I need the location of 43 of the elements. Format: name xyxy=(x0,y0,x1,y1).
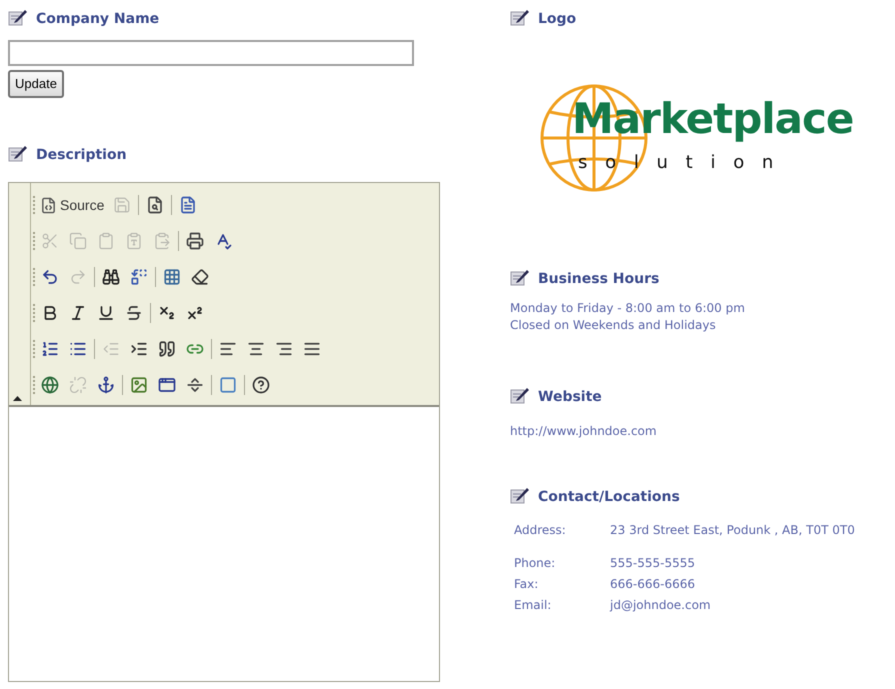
section-heading: Business Hours xyxy=(538,272,660,286)
company-name-field[interactable] xyxy=(8,40,414,66)
quote-icon[interactable] xyxy=(157,339,177,359)
collapse-icon[interactable] xyxy=(13,396,22,401)
image-icon[interactable] xyxy=(129,375,149,395)
contact-value: jd@johndoe.com xyxy=(610,597,712,614)
section-heading: Logo xyxy=(538,12,576,26)
update-button[interactable]: Update xyxy=(8,70,64,98)
section-heading: Company Name xyxy=(36,12,160,26)
square-icon[interactable] xyxy=(218,375,238,395)
select-all-icon[interactable] xyxy=(162,267,182,287)
section-heading: Website xyxy=(538,390,602,404)
replace-icon[interactable] xyxy=(129,267,149,287)
eraser-icon[interactable] xyxy=(190,267,210,287)
contact-value: 23 3rd Street East, Podunk , AB, T0T 0T0 xyxy=(610,522,856,539)
binoculars-icon[interactable] xyxy=(101,267,121,287)
anchor-icon[interactable] xyxy=(96,375,116,395)
edit-icon xyxy=(510,8,530,26)
code-icon xyxy=(40,196,57,214)
contact-label: Phone: xyxy=(514,555,556,572)
hours-text: Monday to Friday - 8:00 am to 6:00 pm xyxy=(510,300,746,317)
horizontal-rule-icon[interactable] xyxy=(185,375,205,395)
edit-icon xyxy=(510,268,530,286)
section-heading: Contact/Locations xyxy=(538,490,680,504)
source-button[interactable]: Source xyxy=(40,196,104,214)
printer-icon[interactable] xyxy=(185,231,205,251)
contact-label: Fax: xyxy=(514,576,540,593)
hours-text: Closed on Weekends and Holidays xyxy=(510,317,717,334)
edit-icon xyxy=(8,144,28,162)
contact-value: 666-666-6666 xyxy=(610,576,696,593)
contact-label: Address: xyxy=(514,522,567,539)
globe-icon[interactable] xyxy=(40,375,60,395)
website-link[interactable]: http://www.johndoe.com xyxy=(510,422,657,440)
edit-icon xyxy=(510,386,530,404)
contact-value: 555-555-5555 xyxy=(610,555,696,572)
undo-icon[interactable] xyxy=(40,267,60,287)
window-icon[interactable] xyxy=(157,375,177,395)
edit-icon xyxy=(8,8,28,26)
help-icon[interactable] xyxy=(251,375,271,395)
edit-icon xyxy=(510,486,530,504)
contact-label: Email: xyxy=(514,597,552,614)
section-heading: Description xyxy=(36,148,127,162)
numbered-list-icon[interactable] xyxy=(40,339,60,359)
